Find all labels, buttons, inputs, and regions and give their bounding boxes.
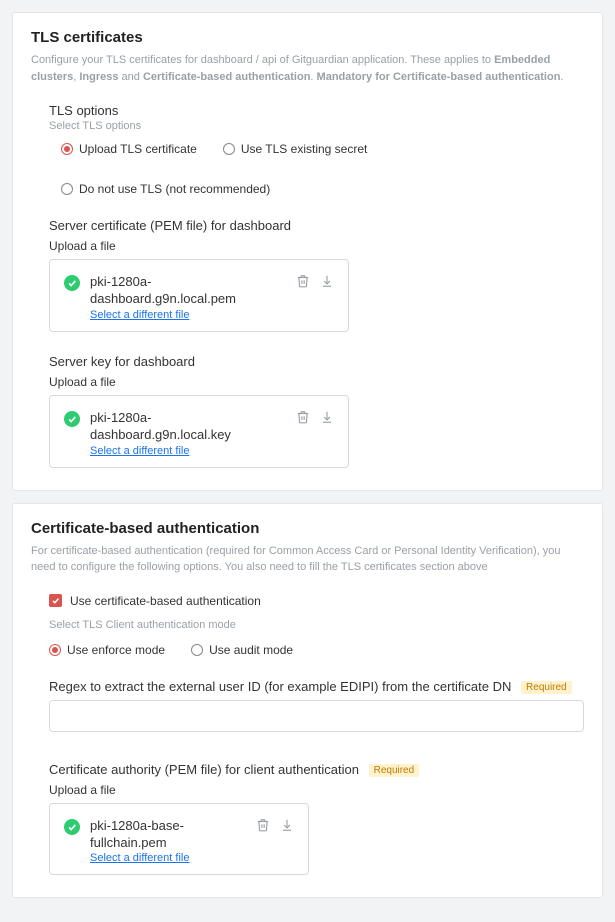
trash-icon[interactable]	[256, 818, 270, 832]
tls-title: TLS certificates	[31, 29, 584, 46]
regex-field: Regex to extract the external user ID (f…	[31, 679, 584, 694]
upload-a-file-label: Upload a file	[49, 239, 584, 253]
radio-icon	[191, 644, 203, 656]
tls-radio-upload[interactable]: Upload TLS certificate	[61, 142, 197, 156]
cba-mode-label: Select TLS Client authentication mode	[31, 619, 584, 631]
radio-icon	[49, 644, 61, 656]
cba-enable-label: Use certificate-based authentication	[70, 594, 261, 608]
select-different-file-link[interactable]: Select a different file	[90, 445, 286, 457]
cba-mode-radio-row: Use enforce mode Use audit mode	[31, 643, 584, 657]
check-icon	[64, 275, 80, 291]
download-icon[interactable]	[320, 410, 334, 424]
server-key-label: Server key for dashboard	[49, 354, 584, 369]
tls-radio-no-tls[interactable]: Do not use TLS (not recommended)	[61, 182, 270, 196]
radio-label: Use audit mode	[209, 643, 293, 657]
tls-options-group: TLS options Select TLS options Upload TL…	[31, 103, 584, 196]
tls-options-sub: Select TLS options	[49, 120, 584, 132]
download-icon[interactable]	[280, 818, 294, 832]
tls-certificates-card: TLS certificates Configure your TLS cert…	[12, 12, 603, 491]
tls-radio-existing-secret[interactable]: Use TLS existing secret	[223, 142, 368, 156]
server-key-file-box: pki-1280a-dashboard.g9n.local.key Select…	[49, 395, 349, 468]
select-different-file-link[interactable]: Select a different file	[90, 852, 246, 864]
regex-label: Regex to extract the external user ID (f…	[49, 679, 584, 694]
radio-label: Upload TLS certificate	[79, 142, 197, 156]
cba-description: For certificate-based authentication (re…	[31, 543, 584, 576]
radio-label: Do not use TLS (not recommended)	[79, 182, 270, 196]
ca-field: Certificate authority (PEM file) for cli…	[31, 762, 584, 876]
regex-input[interactable]	[49, 700, 584, 732]
ca-label: Certificate authority (PEM file) for cli…	[49, 762, 584, 777]
server-key-field: Server key for dashboard Upload a file p…	[31, 354, 584, 468]
select-different-file-link[interactable]: Select a different file	[90, 309, 286, 321]
upload-a-file-label: Upload a file	[49, 375, 584, 389]
cba-enable-checkbox[interactable]: Use certificate-based authentication	[31, 594, 584, 608]
trash-icon[interactable]	[296, 410, 310, 424]
cba-radio-enforce[interactable]: Use enforce mode	[49, 643, 165, 657]
download-icon[interactable]	[320, 274, 334, 288]
cba-card: Certificate-based authentication For cer…	[12, 503, 603, 899]
tls-options-title: TLS options	[49, 103, 584, 118]
cba-title: Certificate-based authentication	[31, 520, 584, 537]
tls-options-radio-row: Upload TLS certificate Use TLS existing …	[49, 142, 584, 196]
server-cert-field: Server certificate (PEM file) for dashbo…	[31, 218, 584, 332]
radio-icon	[61, 183, 73, 195]
ca-filename: pki-1280a-base-fullchain.pem	[90, 818, 246, 852]
ca-file-box: pki-1280a-base-fullchain.pem Select a di…	[49, 803, 309, 876]
required-badge: Required	[521, 681, 572, 694]
check-icon	[64, 819, 80, 835]
radio-icon	[223, 143, 235, 155]
checkbox-icon	[49, 594, 62, 607]
cba-radio-audit[interactable]: Use audit mode	[191, 643, 293, 657]
tls-description: Configure your TLS certificates for dash…	[31, 52, 584, 85]
radio-icon	[61, 143, 73, 155]
server-cert-filename: pki-1280a-dashboard.g9n.local.pem	[90, 274, 286, 308]
radio-label: Use TLS existing secret	[241, 142, 368, 156]
trash-icon[interactable]	[296, 274, 310, 288]
server-cert-file-box: pki-1280a-dashboard.g9n.local.pem Select…	[49, 259, 349, 332]
check-icon	[64, 411, 80, 427]
required-badge: Required	[369, 764, 420, 777]
server-key-filename: pki-1280a-dashboard.g9n.local.key	[90, 410, 286, 444]
server-cert-label: Server certificate (PEM file) for dashbo…	[49, 218, 584, 233]
radio-label: Use enforce mode	[67, 643, 165, 657]
upload-a-file-label: Upload a file	[49, 783, 584, 797]
